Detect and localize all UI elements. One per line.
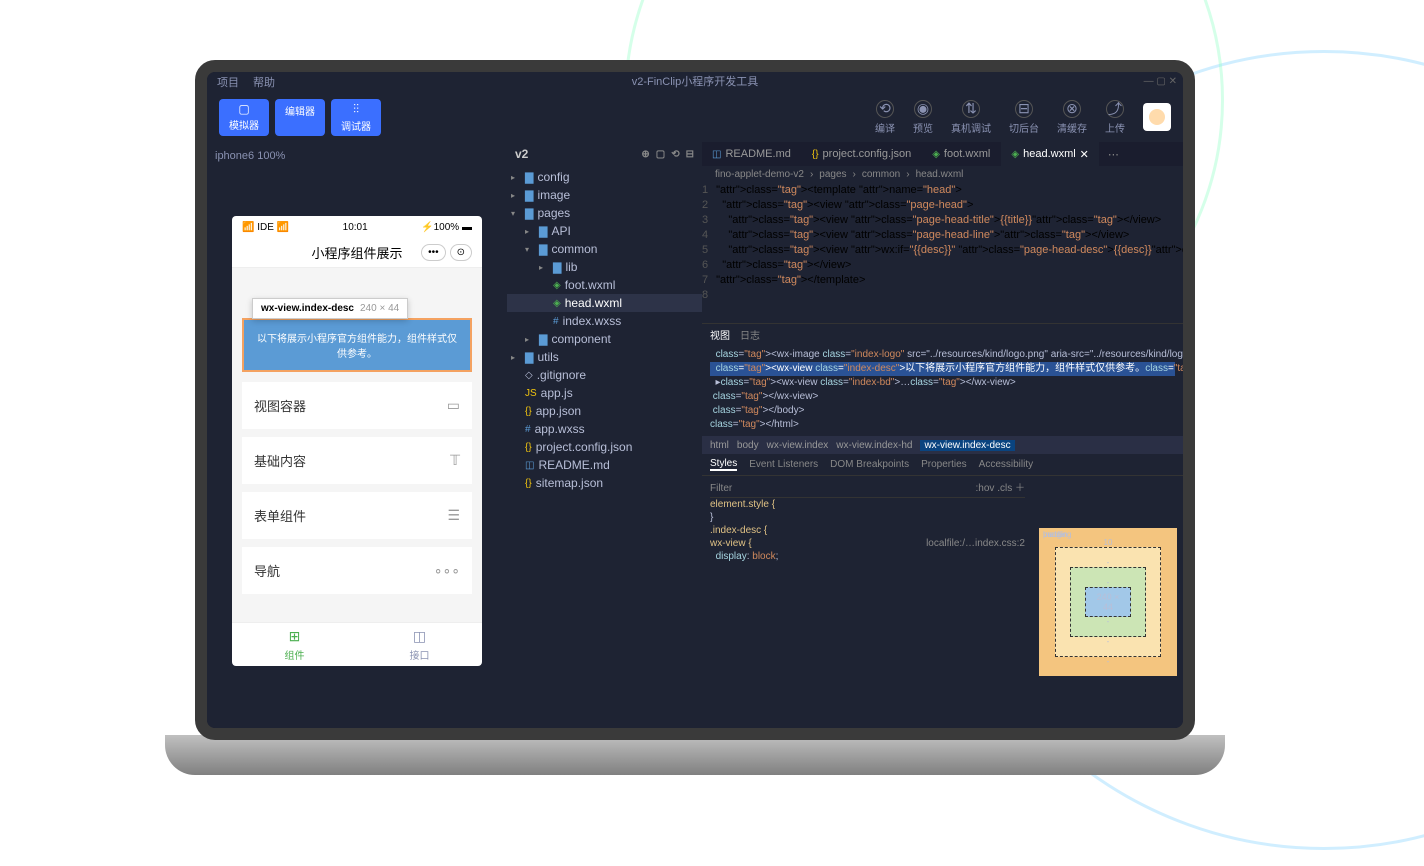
inspector-tooltip: wx-view.index-desc240 × 44 [252, 298, 408, 319]
toolbar-action-上传[interactable]: ⤴上传 [1105, 100, 1125, 135]
collapse-icon[interactable]: ⊟ [686, 149, 694, 160]
elements-panel[interactable]: class="tag"><wx-image class="index-logo"… [702, 344, 1183, 436]
devtools-subtab-Event Listeners[interactable]: Event Listeners [749, 459, 818, 470]
file-project.config.json[interactable]: {}project.config.json [507, 438, 702, 456]
clock: 10:01 [343, 222, 368, 233]
code-editor: ◫README.md{}project.config.json◈foot.wxm… [702, 142, 1183, 728]
list-item[interactable]: 基础内容𝕋 [242, 437, 472, 484]
file-app.json[interactable]: {}app.json [507, 402, 702, 420]
devtools-tab-日志[interactable]: 日志 [740, 327, 760, 342]
devtools-tab-视图[interactable]: 视图 [710, 327, 730, 342]
toolbar-action-切后台[interactable]: ⊟切后台 [1009, 100, 1039, 135]
menu-bar: 项目 帮助 [207, 72, 1183, 92]
phone-tab-组件[interactable]: ⊞组件 [232, 623, 357, 666]
page-title: 小程序组件展示 [311, 243, 402, 262]
close-icon[interactable]: ⊙ [450, 244, 472, 261]
file-index.wxss[interactable]: #index.wxss [507, 312, 702, 330]
editor-tab-project.config.json[interactable]: {}project.config.json [802, 142, 922, 166]
device-info: iphone6 100% [215, 146, 499, 166]
devtools-subtab-DOM Breakpoints[interactable]: DOM Breakpoints [830, 459, 909, 470]
toolbar: ▢模拟器编辑器⫶⫶调试器 ⟲编译 ◉预览 ⇅真机调试 ⊟切后台 ⊗清缓存 ⤴上传 [207, 92, 1183, 142]
phone-status-bar: 📶 IDE 📶 10:01 ⚡100% ▬ [232, 216, 482, 238]
more-icon[interactable]: ••• [421, 244, 446, 261]
box-model: margin 10 border - padding - 240 × 44 - [1033, 476, 1183, 728]
menu-help[interactable]: 帮助 [253, 74, 275, 90]
toolbar-btn-模拟器[interactable]: ▢模拟器 [219, 99, 269, 136]
explorer-title: v2 [515, 147, 528, 161]
folder-component[interactable]: ▸▇component [507, 330, 702, 348]
battery-icon: ⚡100% ▬ [421, 222, 472, 233]
new-folder-icon[interactable]: ▢ [656, 149, 665, 160]
new-file-icon[interactable]: ⊕ [641, 149, 649, 160]
editor-tab-head.wxml[interactable]: ◈head.wxml ✕ [1001, 142, 1100, 166]
simulator-panel: iphone6 100% 📶 IDE 📶 10:01 ⚡100% ▬ 小程序组件… [207, 142, 507, 728]
code-content[interactable]: "attr">class="tag"><template "attr">name… [716, 183, 1183, 323]
phone-simulator: 📶 IDE 📶 10:01 ⚡100% ▬ 小程序组件展示 ••• ⊙ wx-v… [232, 216, 482, 666]
breadcrumb-wx-view.index-hd[interactable]: wx-view.index-hd [836, 440, 912, 451]
folder-API[interactable]: ▸▇API [507, 222, 702, 240]
file-app.js[interactable]: JSapp.js [507, 384, 702, 402]
list-item[interactable]: 表单组件☰ [242, 492, 472, 539]
breadcrumb-body[interactable]: body [737, 440, 759, 451]
file-README.md[interactable]: ◫README.md [507, 456, 702, 474]
file-head.wxml[interactable]: ◈head.wxml [507, 294, 702, 312]
filter-input[interactable]: Filter [710, 482, 732, 495]
cls-toggle[interactable]: .cls [997, 483, 1012, 494]
breadcrumb-wx-view.index[interactable]: wx-view.index [767, 440, 829, 451]
phone-header: 小程序组件展示 ••• ⊙ [232, 238, 482, 268]
folder-lib[interactable]: ▸▇lib [507, 258, 702, 276]
styles-panel[interactable]: Filter :hov .cls ＋ element.style {}.inde… [702, 476, 1033, 728]
laptop-frame: 项目 帮助 v2-FinClip小程序开发工具 — ▢ ✕ ▢模拟器编辑器⫶⫶调… [165, 60, 1225, 780]
devtools-subtab-Accessibility[interactable]: Accessibility [979, 459, 1033, 470]
editor-tab-foot.wxml[interactable]: ◈foot.wxml [922, 142, 1001, 166]
file-app.wxss[interactable]: #app.wxss [507, 420, 702, 438]
toolbar-btn-编辑器[interactable]: 编辑器 [275, 99, 325, 136]
file-explorer: v2 ⊕ ▢ ⟲ ⊟ ▸▇config▸▇image▾▇pages▸▇API▾▇… [507, 142, 702, 728]
breadcrumb[interactable]: fino-applet-demo-v2›pages›common›head.wx… [702, 166, 1183, 183]
file-foot.wxml[interactable]: ◈foot.wxml [507, 276, 702, 294]
phone-tab-接口[interactable]: ◫接口 [357, 623, 482, 666]
file-.gitignore[interactable]: ◇.gitignore [507, 366, 702, 384]
avatar[interactable] [1143, 103, 1171, 131]
toolbar-action-清缓存[interactable]: ⊗清缓存 [1057, 100, 1087, 135]
breadcrumb-wx-view.index-desc[interactable]: wx-view.index-desc [920, 440, 1014, 451]
menu-project[interactable]: 项目 [217, 74, 239, 90]
refresh-icon[interactable]: ⟲ [671, 149, 679, 160]
list-item[interactable]: 导航∘∘∘ [242, 547, 472, 594]
toolbar-action-编译[interactable]: ⟲编译 [875, 100, 895, 135]
toolbar-action-预览[interactable]: ◉预览 [913, 100, 933, 135]
signal-icon: 📶 IDE 📶 [242, 222, 289, 233]
editor-tab-README.md[interactable]: ◫README.md [702, 142, 802, 166]
folder-common[interactable]: ▾▇common [507, 240, 702, 258]
folder-utils[interactable]: ▸▇utils [507, 348, 702, 366]
breadcrumb-html[interactable]: html [710, 440, 729, 451]
file-sitemap.json[interactable]: {}sitemap.json [507, 474, 702, 492]
hov-toggle[interactable]: :hov [976, 483, 995, 494]
toolbar-btn-调试器[interactable]: ⫶⫶调试器 [331, 99, 381, 136]
devtools-subtab-Styles[interactable]: Styles [710, 458, 737, 471]
tab-more-icon[interactable]: ⋯ [1100, 148, 1127, 161]
devtools: 视图日志 class="tag"><wx-image class="index-… [702, 323, 1183, 728]
folder-pages[interactable]: ▾▇pages [507, 204, 702, 222]
folder-image[interactable]: ▸▇image [507, 186, 702, 204]
devtools-subtab-Properties[interactable]: Properties [921, 459, 967, 470]
list-item[interactable]: 视图容器▭ [242, 382, 472, 429]
highlighted-element[interactable]: 以下将展示小程序官方组件能力，组件样式仅供参考。 [242, 318, 472, 372]
toolbar-action-真机调试[interactable]: ⇅真机调试 [951, 100, 991, 135]
window-controls[interactable]: — ▢ ✕ [1144, 76, 1177, 87]
folder-config[interactable]: ▸▇config [507, 168, 702, 186]
